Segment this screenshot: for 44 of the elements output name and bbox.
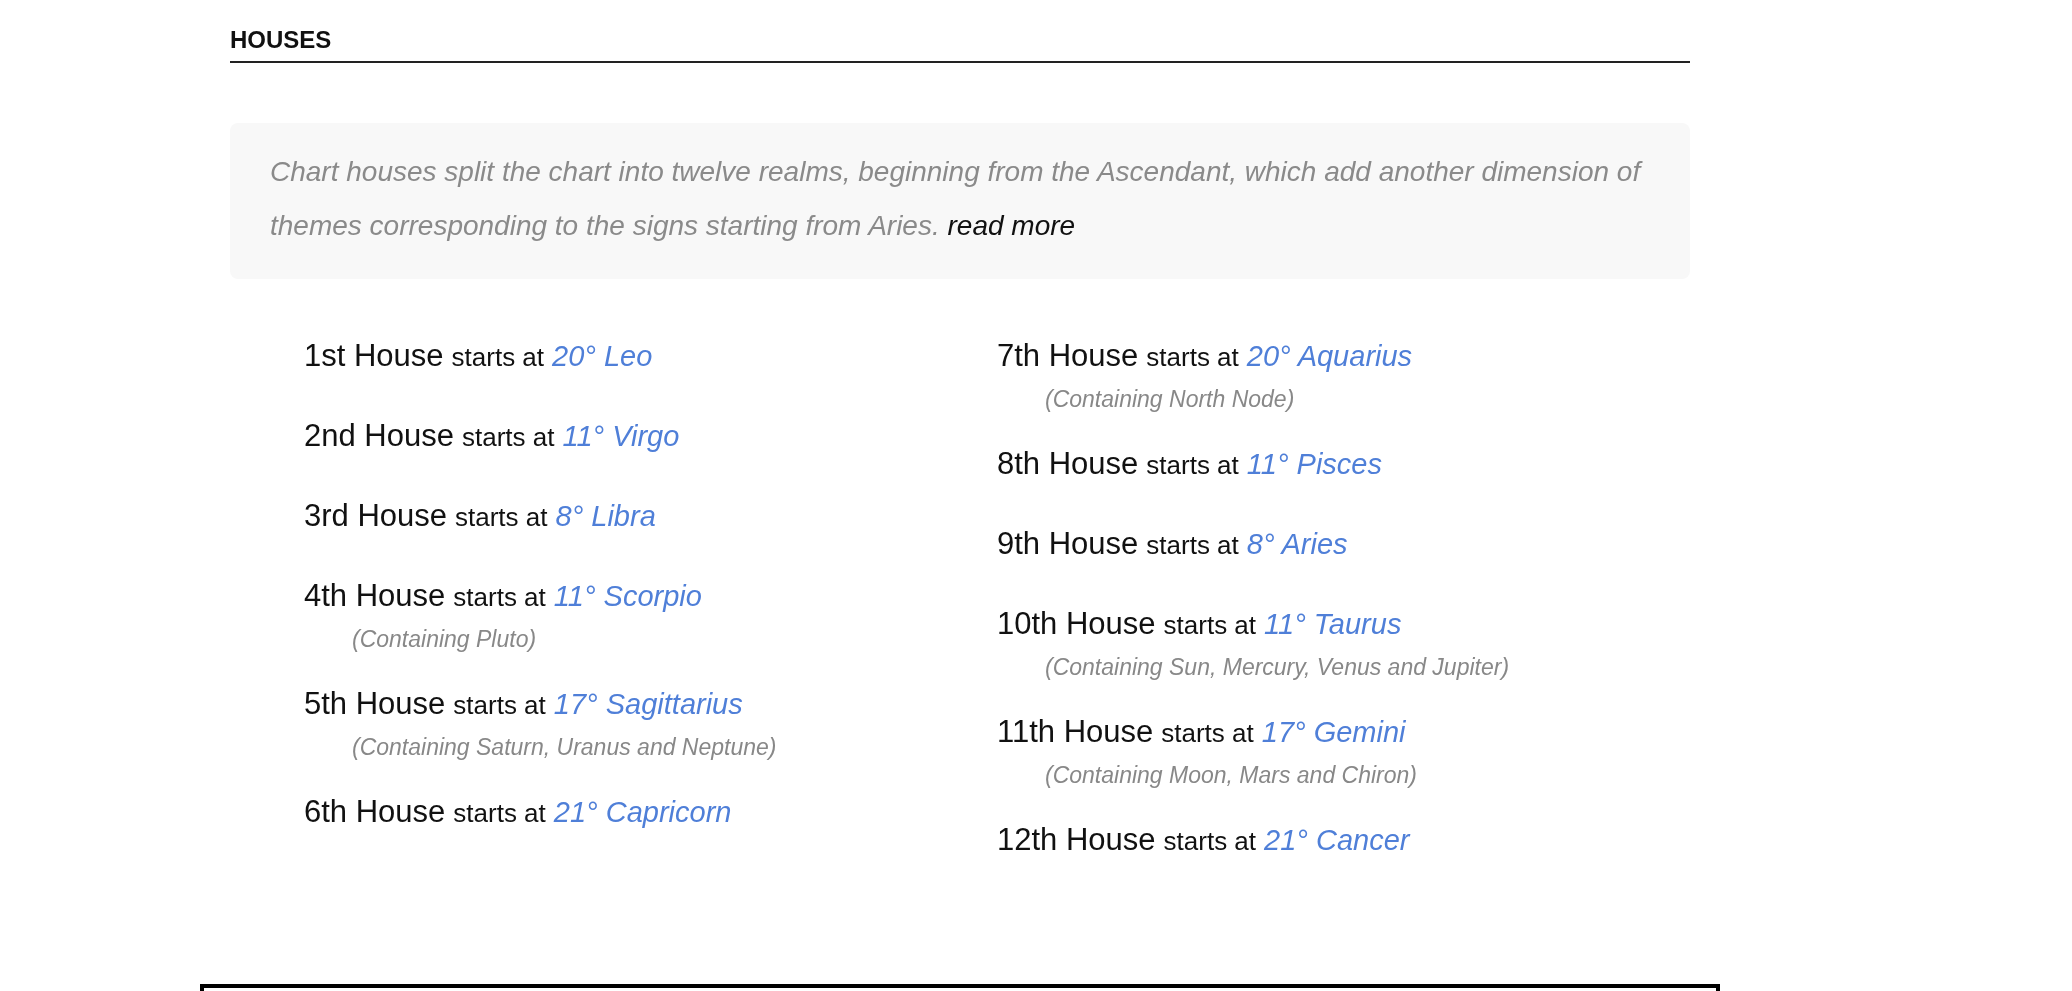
house-name: 2nd House xyxy=(304,417,454,455)
sign-link[interactable]: 11° Scorpio xyxy=(553,568,702,624)
house-name: 12th House xyxy=(997,821,1156,859)
house-name: 11th House xyxy=(997,713,1154,751)
sign-link[interactable]: 17° Sagittarius xyxy=(553,676,743,732)
sign-link[interactable]: 20° Aquarius xyxy=(1246,328,1413,384)
containing-note: (Containing Moon, Mars and Chiron) xyxy=(1045,761,1418,789)
starts-at-label: starts at xyxy=(453,689,546,722)
house-name: 6th House xyxy=(304,793,446,831)
sign-link[interactable]: 8° Libra xyxy=(555,488,656,544)
house-name: 10th House xyxy=(997,605,1156,643)
sign-link[interactable]: 11° Pisces xyxy=(1246,436,1382,492)
starts-at-label: starts at xyxy=(461,421,555,454)
containing-note: (Containing Sun, Mercury, Venus and Jupiter) xyxy=(1045,653,1511,681)
starts-at-label: starts at xyxy=(455,501,548,534)
sign-link[interactable]: 21° Cancer xyxy=(1264,812,1410,868)
starts-at-label: starts at xyxy=(1146,341,1239,374)
read-more-link[interactable]: read more xyxy=(947,210,1076,241)
starts-at-label: starts at xyxy=(453,581,546,614)
intro-text: Chart houses split the chart into twelve realms, beginning from the Ascendant, which add another dimension of themes corresponding to the signs starting from Aries. read more xyxy=(270,155,1644,243)
containing-note: (Containing Pluto) xyxy=(352,625,538,653)
sign-link[interactable]: 20° Leo xyxy=(552,328,653,384)
house-name: 5th House xyxy=(304,685,446,723)
house-name: 9th House xyxy=(997,525,1139,563)
sign-link[interactable]: 21° Capricorn xyxy=(553,784,732,840)
sign-link[interactable]: 8° Aries xyxy=(1246,516,1348,572)
section-title: HOUSES xyxy=(230,25,333,55)
containing-note: (Containing North Node) xyxy=(1045,385,1296,413)
house-name: 4th House xyxy=(304,577,446,615)
starts-at-label: starts at xyxy=(453,797,546,830)
starts-at-label: starts at xyxy=(451,341,545,374)
starts-at-label: starts at xyxy=(1146,449,1239,482)
sign-link[interactable]: 11° Taurus xyxy=(1264,596,1402,652)
house-name: 1st House xyxy=(304,337,444,375)
containing-note: (Containing Saturn, Uranus and Neptune) xyxy=(352,733,778,761)
sign-link[interactable]: 11° Virgo xyxy=(562,408,680,464)
house-name: 3rd House xyxy=(304,497,448,535)
starts-at-label: starts at xyxy=(1163,825,1257,858)
house-name: 7th House xyxy=(997,337,1139,375)
sign-link[interactable]: 17° Gemini xyxy=(1261,704,1406,760)
starts-at-label: starts at xyxy=(1146,529,1239,562)
house-name: 8th House xyxy=(997,445,1139,483)
starts-at-label: starts at xyxy=(1163,609,1257,642)
starts-at-label: starts at xyxy=(1161,717,1254,750)
